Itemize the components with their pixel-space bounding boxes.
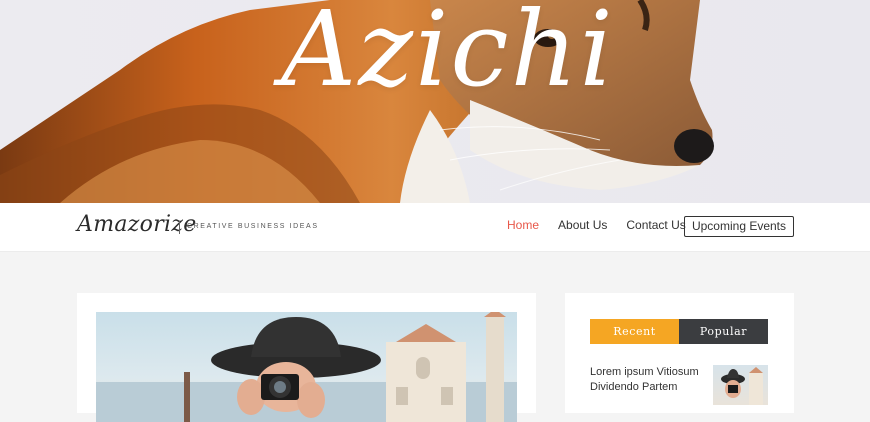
hero-title: Azichi <box>281 0 615 110</box>
upcoming-events-button[interactable]: Upcoming Events <box>684 216 794 237</box>
sidebar-tabs: Recent Popular <box>590 319 768 344</box>
logo-divider <box>179 221 180 234</box>
main-navigation: Home About Us Contact Us Upcoming Events <box>507 216 794 237</box>
sidebar-thumbnail-image <box>721 367 763 405</box>
site-tagline: CREATIVE BUSINESS IDEAS <box>187 223 319 230</box>
sidebar-post-title[interactable]: Lorem ipsum Vitiosum Dividendo Partem <box>590 365 700 395</box>
sidebar-widget: Recent Popular Lorem ipsum Vitiosum Divi… <box>565 293 794 413</box>
featured-post-image[interactable] <box>96 312 517 422</box>
nav-contact-us[interactable]: Contact Us <box>626 218 685 232</box>
tab-popular[interactable]: Popular <box>679 319 768 344</box>
featured-post-card <box>77 293 536 422</box>
nav-about-us[interactable]: About Us <box>558 218 607 232</box>
tab-recent[interactable]: Recent <box>590 319 679 344</box>
sidebar-post-thumbnail[interactable] <box>713 365 768 405</box>
woman-camera-photo <box>96 312 517 422</box>
hero-banner: Azichi <box>0 0 870 203</box>
site-header: Amazorize CREATIVE BUSINESS IDEAS Home A… <box>0 203 870 252</box>
nav-home[interactable]: Home <box>507 218 539 232</box>
